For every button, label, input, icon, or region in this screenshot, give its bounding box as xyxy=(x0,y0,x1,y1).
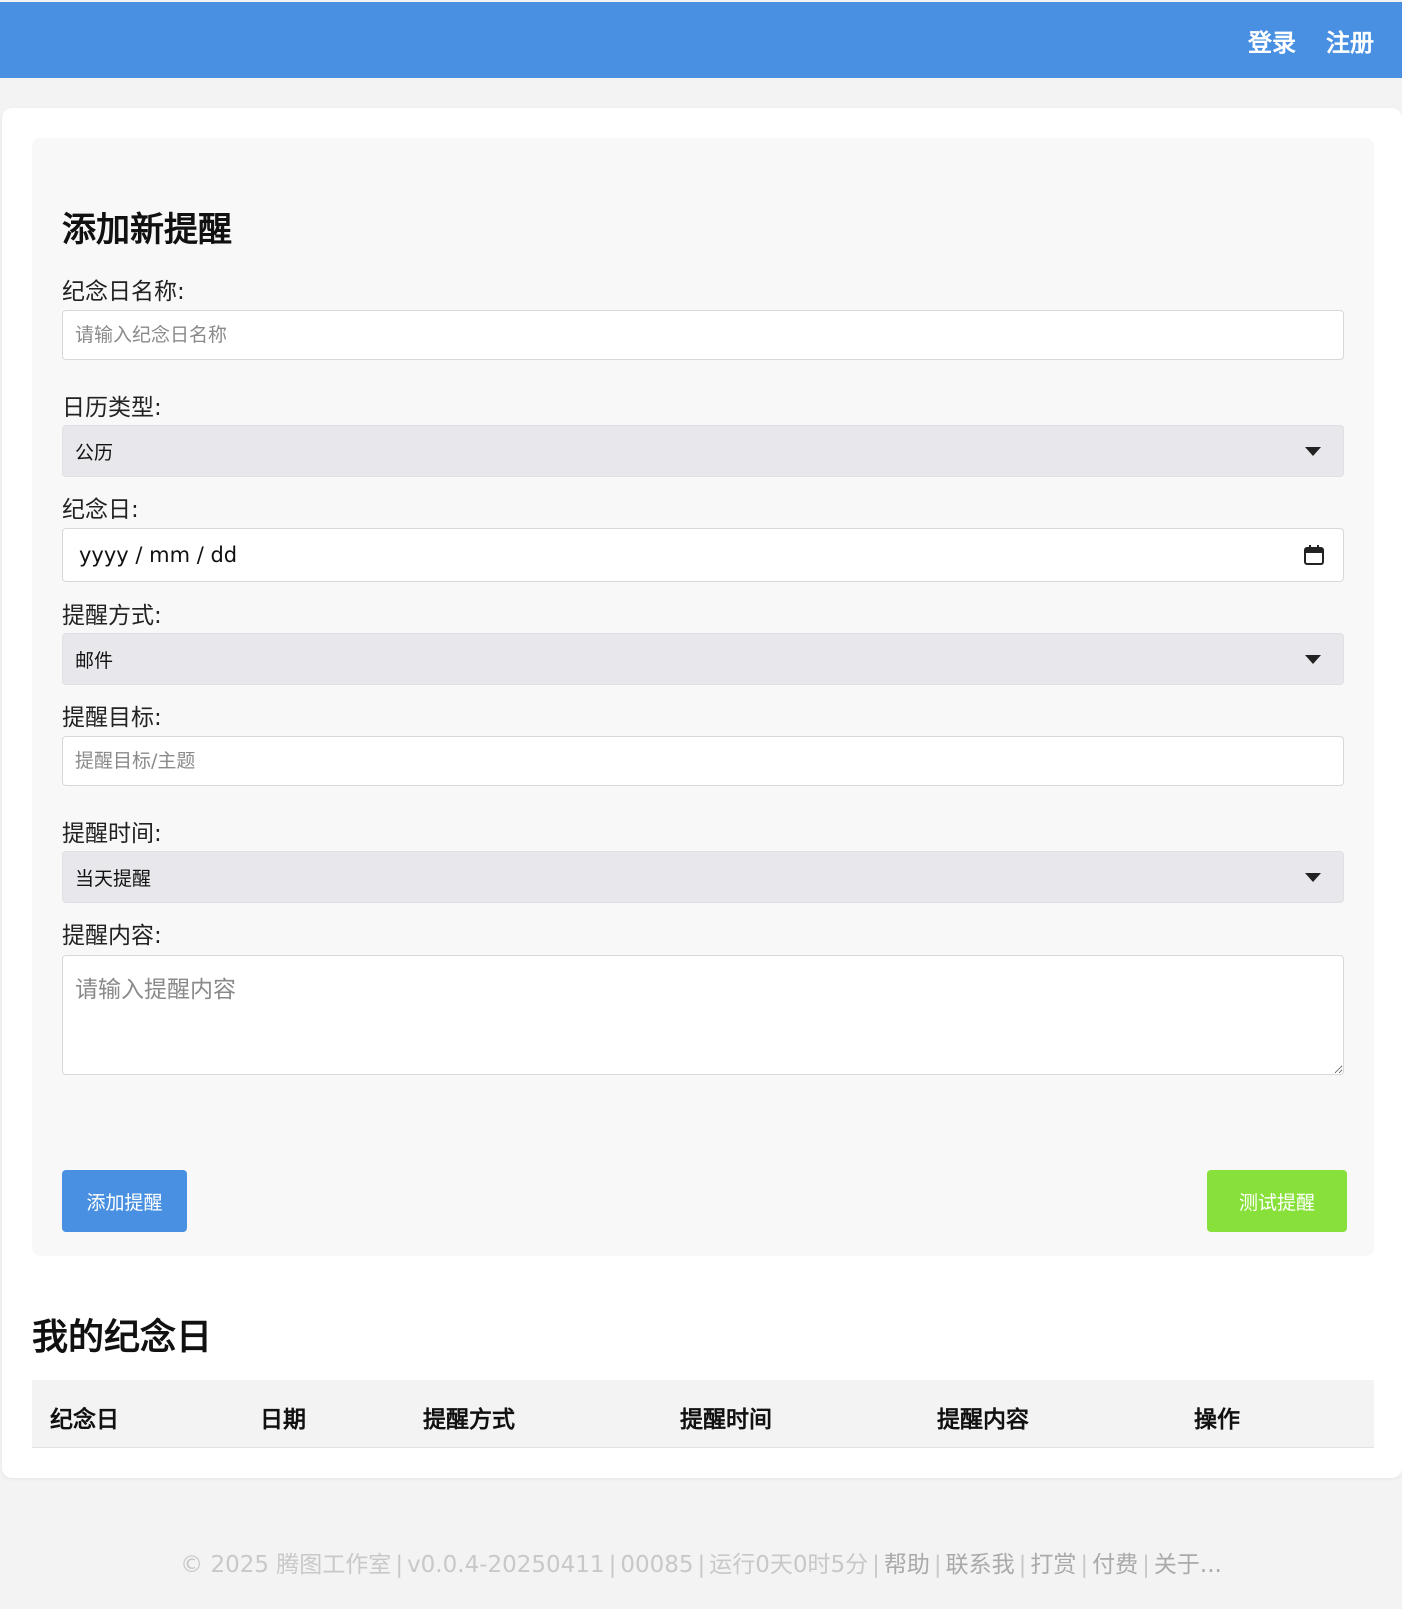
footer-link-tip[interactable]: 打赏 xyxy=(1030,1552,1076,1578)
footer-link-pay[interactable]: 付费 xyxy=(1092,1552,1138,1578)
time-value: 当天提醒 xyxy=(75,867,152,890)
method-value: 邮件 xyxy=(75,649,114,672)
auth-nav: 登录 注册 xyxy=(1248,2,1374,78)
calendar-type-select[interactable]: 公历 xyxy=(62,425,1344,477)
footer-link-help[interactable]: 帮助 xyxy=(884,1552,930,1578)
add-reminder-form: 添加新提醒 纪念日名称: 日历类型: 公历 纪念日: yyyy / mm / d… xyxy=(32,138,1374,1256)
register-link[interactable]: 注册 xyxy=(1326,23,1374,58)
main-card: 添加新提醒 纪念日名称: 日历类型: 公历 纪念日: yyyy / mm / d… xyxy=(2,108,1402,1478)
target-label: 提醒目标: xyxy=(62,705,162,731)
calendar-type-value: 公历 xyxy=(75,441,114,464)
footer-count: 00085 xyxy=(620,1552,694,1578)
column-header-name: 纪念日 xyxy=(50,1407,119,1433)
name-label: 纪念日名称: xyxy=(62,279,185,305)
footer-copyright: © 2025 腾图工作室 xyxy=(180,1552,392,1578)
footer-link-contact[interactable]: 联系我 xyxy=(946,1552,1015,1578)
date-placeholder: yyyy / mm / dd xyxy=(79,543,238,567)
column-header-date: 日期 xyxy=(260,1407,306,1433)
date-input[interactable]: yyyy / mm / dd xyxy=(62,528,1344,582)
my-anniversaries-title: 我的纪念日 xyxy=(32,1317,213,1358)
column-header-time: 提醒时间 xyxy=(680,1407,772,1433)
footer-link-about[interactable]: 关于... xyxy=(1154,1552,1222,1578)
column-header-content: 提醒内容 xyxy=(937,1407,1029,1433)
target-input[interactable] xyxy=(62,736,1344,786)
footer-version: v0.0.4-20250411 xyxy=(407,1552,605,1578)
chevron-down-icon xyxy=(1305,873,1321,882)
method-select[interactable]: 邮件 xyxy=(62,633,1344,685)
page-footer: © 2025 腾图工作室 | v0.0.4-20250411 | 00085 | 运行0天0… xyxy=(180,1552,1222,1578)
add-reminder-button[interactable]: 添加提醒 xyxy=(62,1170,187,1232)
footer-uptime: 运行0天0时5分 xyxy=(709,1552,869,1578)
test-reminder-button[interactable]: 测试提醒 xyxy=(1207,1170,1347,1232)
content-label: 提醒内容: xyxy=(62,923,162,949)
time-label: 提醒时间: xyxy=(62,821,162,847)
name-input[interactable] xyxy=(62,310,1344,360)
method-label: 提醒方式: xyxy=(62,603,162,629)
chevron-down-icon xyxy=(1305,655,1321,664)
top-navbar: 登录 注册 xyxy=(0,2,1402,78)
calendar-type-label: 日历类型: xyxy=(62,395,162,421)
time-select[interactable]: 当天提醒 xyxy=(62,851,1344,903)
content-textarea[interactable] xyxy=(62,955,1344,1075)
login-link[interactable]: 登录 xyxy=(1248,23,1296,58)
anniversary-table-header: 纪念日 日期 提醒方式 提醒时间 提醒内容 操作 xyxy=(32,1380,1374,1448)
column-header-actions: 操作 xyxy=(1194,1407,1240,1433)
chevron-down-icon xyxy=(1305,447,1321,456)
date-label: 纪念日: xyxy=(62,497,139,523)
form-title: 添加新提醒 xyxy=(62,210,232,250)
calendar-icon[interactable] xyxy=(1303,544,1325,571)
column-header-method: 提醒方式 xyxy=(423,1407,515,1433)
